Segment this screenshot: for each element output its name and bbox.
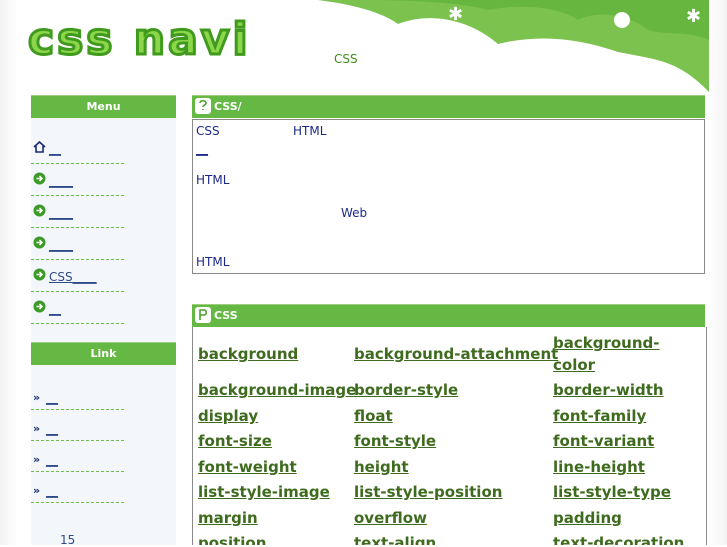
intro-link[interactable]: __ [196, 142, 208, 156]
menu-item-label: ____ [49, 238, 73, 252]
page-shadow-right [709, 0, 727, 545]
svg-text:✱: ✱ [448, 4, 463, 25]
prop-link-background[interactable]: background [198, 343, 298, 365]
prop-link-font-size[interactable]: font-size [198, 430, 272, 452]
site-header: ✱ ✱ css navi CSS [18, 0, 709, 92]
prop-link-float[interactable]: float [354, 405, 393, 427]
arrow-right-circle-icon [33, 236, 46, 249]
properties-box: background background-attachment backgro… [192, 327, 707, 545]
prop-link-border-width[interactable]: border-width [553, 379, 664, 401]
prop-link-padding[interactable]: padding [553, 507, 622, 529]
arrow-right-circle-icon [33, 268, 46, 281]
prop-link-position[interactable]: position [198, 532, 266, 545]
menu-item-label: __ [49, 302, 61, 316]
prop-link-font-weight[interactable]: font-weight [198, 456, 297, 478]
double-chevron-icon: » [33, 453, 41, 466]
sidebar: Menu __ ____ ____ ____ CSS____ __ Link »… [31, 95, 176, 547]
page-shadow-left [0, 0, 18, 545]
site-tagline: CSS [334, 52, 358, 66]
prop-link-list-style-position[interactable]: list-style-position [354, 481, 502, 503]
link-item-4[interactable]: » __ [31, 472, 124, 503]
intro-text-html-3: HTML [196, 255, 230, 269]
menu-item-label: ____ [49, 174, 73, 188]
menu-item-label: __ [49, 142, 61, 156]
menu-item-css[interactable]: CSS____ [31, 260, 124, 292]
prop-link-text-decoration[interactable]: text-decoration [553, 532, 684, 545]
prop-link-background-image[interactable]: background-image [198, 379, 356, 401]
page-icon [195, 307, 211, 323]
prop-link-margin[interactable]: margin [198, 507, 258, 529]
properties-title: CSS [214, 309, 238, 322]
menu-list: __ ____ ____ ____ CSS____ __ [31, 118, 176, 324]
link-heading: Link [31, 342, 176, 365]
prop-link-height[interactable]: height [354, 456, 409, 478]
menu-item-6[interactable]: __ [31, 292, 124, 324]
intro-heading: CSS/ [192, 95, 705, 118]
intro-text-html-2: HTML [196, 173, 230, 187]
svg-text:✱: ✱ [686, 6, 701, 27]
arrow-right-circle-icon [33, 300, 46, 313]
prop-link-font-style[interactable]: font-style [354, 430, 436, 452]
prop-link-font-variant[interactable]: font-variant [553, 430, 654, 452]
prop-link-list-style-image[interactable]: list-style-image [198, 481, 330, 503]
menu-item-label: CSS____ [49, 270, 97, 284]
link-item-2[interactable]: » __ [31, 410, 124, 441]
arrow-right-circle-icon [33, 172, 46, 185]
link-item-1[interactable]: » __ [31, 379, 124, 410]
prop-link-display[interactable]: display [198, 405, 258, 427]
home-icon [33, 140, 46, 153]
menu-item-3[interactable]: ____ [31, 196, 124, 228]
prop-link-overflow[interactable]: overflow [354, 507, 427, 529]
prop-link-text-align[interactable]: text-align [354, 532, 436, 545]
menu-item-2[interactable]: ____ [31, 164, 124, 196]
arrow-right-circle-icon [33, 204, 46, 217]
intro-text-css: CSS [196, 124, 220, 138]
link-item-label: __ [46, 391, 58, 405]
link-list: » __ » __ » __ » __ [31, 365, 176, 503]
menu-heading: Menu [31, 95, 176, 118]
intro-box: CSS HTML __ HTML Web HTML [192, 119, 705, 274]
site-logo[interactable]: css navi [27, 10, 251, 70]
double-chevron-icon: » [33, 391, 41, 404]
intro-text-web: Web [341, 206, 368, 220]
menu-item-4[interactable]: ____ [31, 228, 124, 260]
prop-link-background-color[interactable]: background-color [553, 332, 668, 376]
prop-link-background-attachment[interactable]: background-attachment [354, 343, 558, 365]
menu-item-label: ____ [49, 206, 73, 220]
menu-item-home[interactable]: __ [31, 132, 124, 164]
prop-link-list-style-type[interactable]: list-style-type [553, 481, 671, 503]
prop-link-font-family[interactable]: font-family [553, 405, 646, 427]
link-item-label: __ [46, 484, 58, 498]
intro-text-html: HTML [293, 124, 327, 138]
double-chevron-icon: » [33, 422, 41, 435]
link-item-label: __ [46, 453, 58, 467]
prop-link-border-style[interactable]: border-style [354, 379, 458, 401]
link-item-label: __ [46, 422, 58, 436]
page-icon [195, 98, 211, 114]
prop-link-line-height[interactable]: line-height [553, 456, 645, 478]
intro-title: CSS/ [214, 100, 242, 113]
properties-heading: CSS [192, 304, 705, 327]
link-item-3[interactable]: » __ [31, 441, 124, 472]
double-chevron-icon: » [33, 484, 41, 497]
